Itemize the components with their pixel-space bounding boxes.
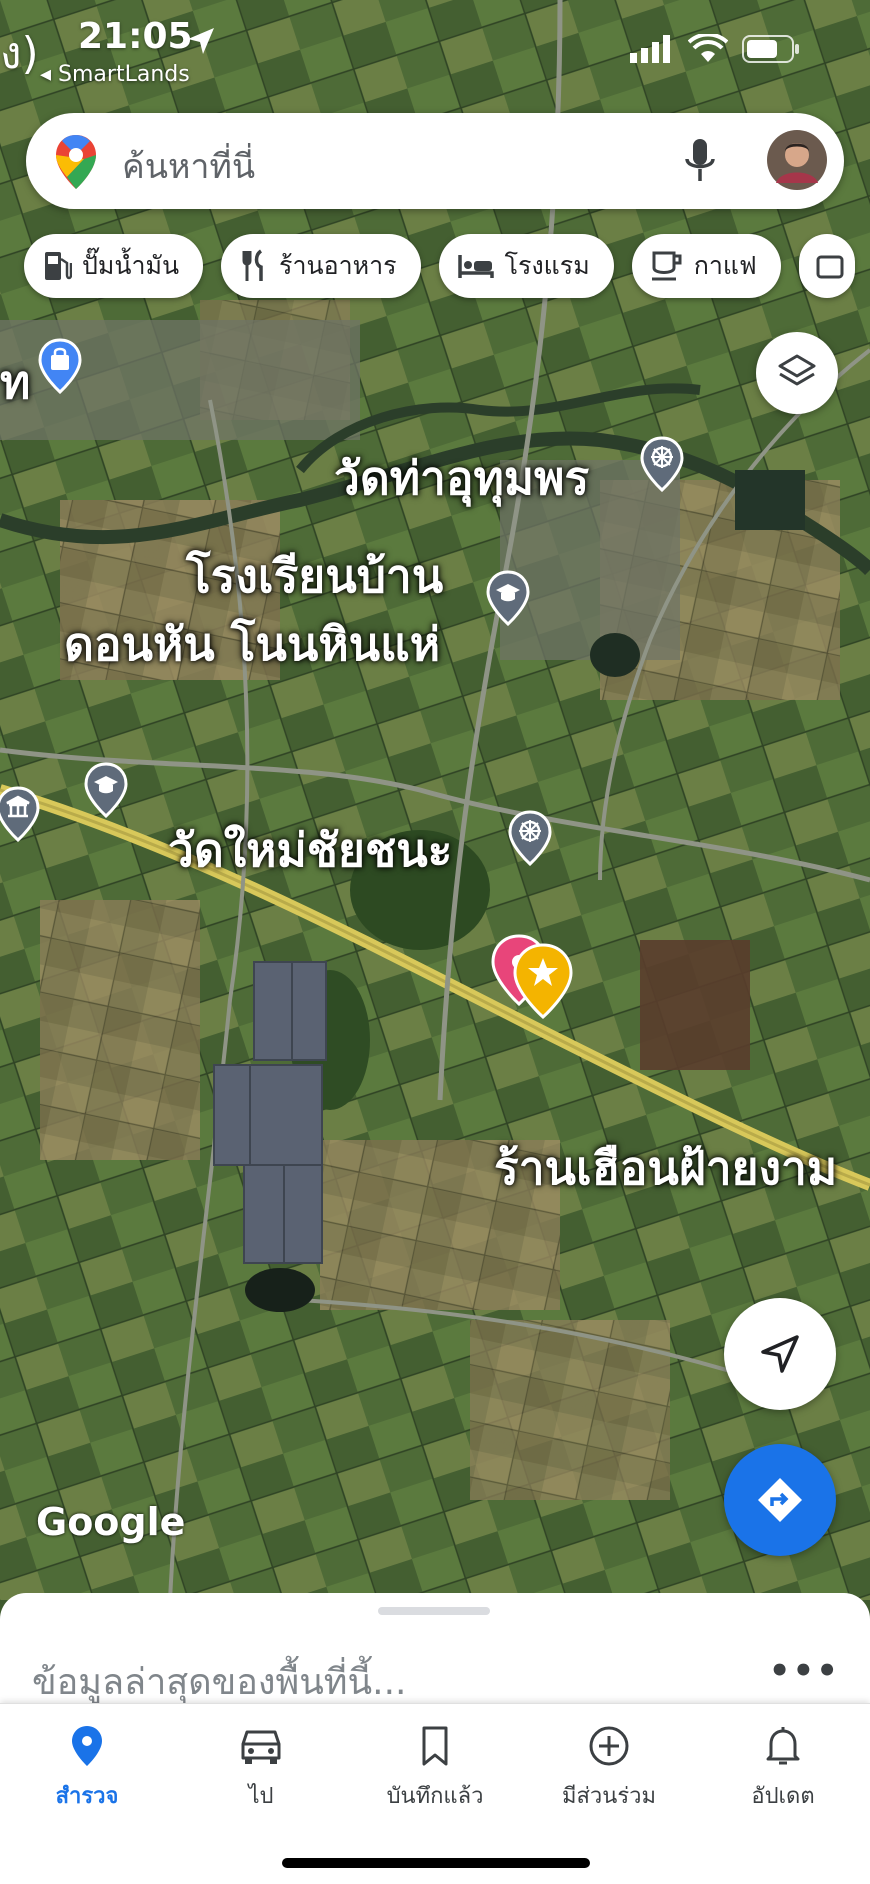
chip-hotel[interactable]: โรงแรม — [438, 234, 614, 298]
temple-pin-icon[interactable] — [640, 436, 684, 492]
back-to-app-link[interactable]: ◂ SmartLands — [40, 62, 190, 87]
sheet-drag-handle[interactable] — [378, 1607, 490, 1615]
map-label-school-line2[interactable]: ดอนหัน โนนหินแห่ — [64, 608, 440, 681]
google-maps-logo-icon — [56, 135, 96, 189]
car-icon — [241, 1730, 281, 1764]
explore-pin-icon — [72, 1726, 102, 1766]
tab-label: มีส่วนร่วม — [562, 1784, 656, 1809]
contribute-plus-icon — [589, 1726, 629, 1766]
wifi-icon — [688, 34, 728, 62]
coffee-icon — [651, 251, 682, 281]
map-label-school-line1[interactable]: โรงเรียนบ้าน — [186, 540, 443, 613]
map-label-shop[interactable]: ร้านเฮือนฝ้ายงาม — [494, 1132, 837, 1205]
tab-go[interactable]: ไป — [174, 1724, 348, 1813]
tab-explore[interactable]: สำรวจ — [0, 1724, 174, 1813]
gas-station-icon — [45, 252, 72, 280]
chip-label: ปั๊มน้ำมัน — [82, 251, 180, 280]
chip-label: ร้านอาหาร — [279, 251, 397, 280]
bookmark-icon — [422, 1726, 448, 1766]
avatar[interactable] — [766, 129, 828, 191]
google-attribution: Google — [36, 1500, 186, 1544]
directions-button[interactable] — [724, 1444, 836, 1556]
tab-label: บันทึกแล้ว — [386, 1784, 484, 1809]
signal-icon — [630, 35, 670, 63]
tab-label: สำรวจ — [55, 1784, 119, 1809]
layers-icon — [778, 354, 816, 386]
chip-more[interactable] — [798, 234, 855, 298]
battery-icon — [742, 35, 799, 63]
bell-icon — [766, 1727, 800, 1765]
status-edge-text: ง) — [0, 28, 39, 79]
map-label-temple-tha-uthumphon[interactable]: วัดท่าอุทุมพร — [334, 442, 589, 515]
hotel-icon — [457, 255, 494, 278]
status-time: 21:05 — [78, 16, 193, 57]
tab-saved[interactable]: บันทึกแล้ว — [348, 1724, 522, 1813]
chip-label: กาแฟ — [693, 251, 757, 280]
temple-pin-icon[interactable] — [508, 810, 552, 866]
navigation-arrow-icon — [761, 1335, 799, 1373]
sheet-title: ข้อมูลล่าสุดของพื้นที่นี้... — [32, 1662, 407, 1703]
category-chips: ปั๊มน้ำมัน ร้านอาหาร โรงแรม กาแฟ — [24, 234, 855, 298]
tab-label: ไป — [248, 1784, 274, 1809]
more-options-button[interactable]: ••• — [769, 1651, 840, 1691]
map-label-temple-mai-chaichana[interactable]: วัดใหม่ชัยชนะ — [168, 814, 452, 887]
microphone-icon[interactable] — [682, 137, 718, 185]
chip-label: โรงแรม — [504, 251, 590, 280]
directions-icon — [758, 1478, 802, 1522]
school-pin-icon[interactable] — [486, 570, 530, 626]
status-bar: ง) 21:05 ◂ SmartLands — [0, 0, 870, 110]
tab-contribute[interactable]: มีส่วนร่วม — [522, 1724, 696, 1813]
layers-button[interactable] — [756, 332, 838, 414]
home-indicator[interactable] — [282, 1858, 590, 1868]
chip-gas-station[interactable]: ปั๊มน้ำมัน — [24, 234, 204, 298]
shopping-pin-icon[interactable] — [38, 338, 82, 394]
location-arrow-icon — [188, 28, 214, 54]
chip-restaurant[interactable]: ร้านอาหาร — [221, 234, 421, 298]
school-pin-icon[interactable] — [84, 762, 128, 818]
chip-coffee[interactable]: กาแฟ — [631, 234, 781, 298]
search-input[interactable]: ค้นหาที่นี่ — [122, 139, 255, 193]
search-bar[interactable]: ค้นหาที่นี่ — [26, 113, 844, 209]
bottom-sheet[interactable]: ข้อมูลล่าสุดของพื้นที่นี้... ••• — [0, 1593, 870, 1703]
more-category-icon — [816, 255, 844, 279]
map-label-edge: ท — [0, 355, 31, 409]
bottom-tab-bar: สำรวจ ไป บันทึกแล้ว มีส่วนร่วม อัปเดต — [0, 1703, 870, 1884]
tab-label: อัปเดต — [751, 1784, 815, 1809]
tab-updates[interactable]: อัปเดต — [696, 1724, 870, 1813]
restaurant-icon — [242, 249, 263, 281]
museum-pin-icon[interactable] — [0, 786, 40, 842]
my-location-button[interactable] — [724, 1298, 836, 1410]
